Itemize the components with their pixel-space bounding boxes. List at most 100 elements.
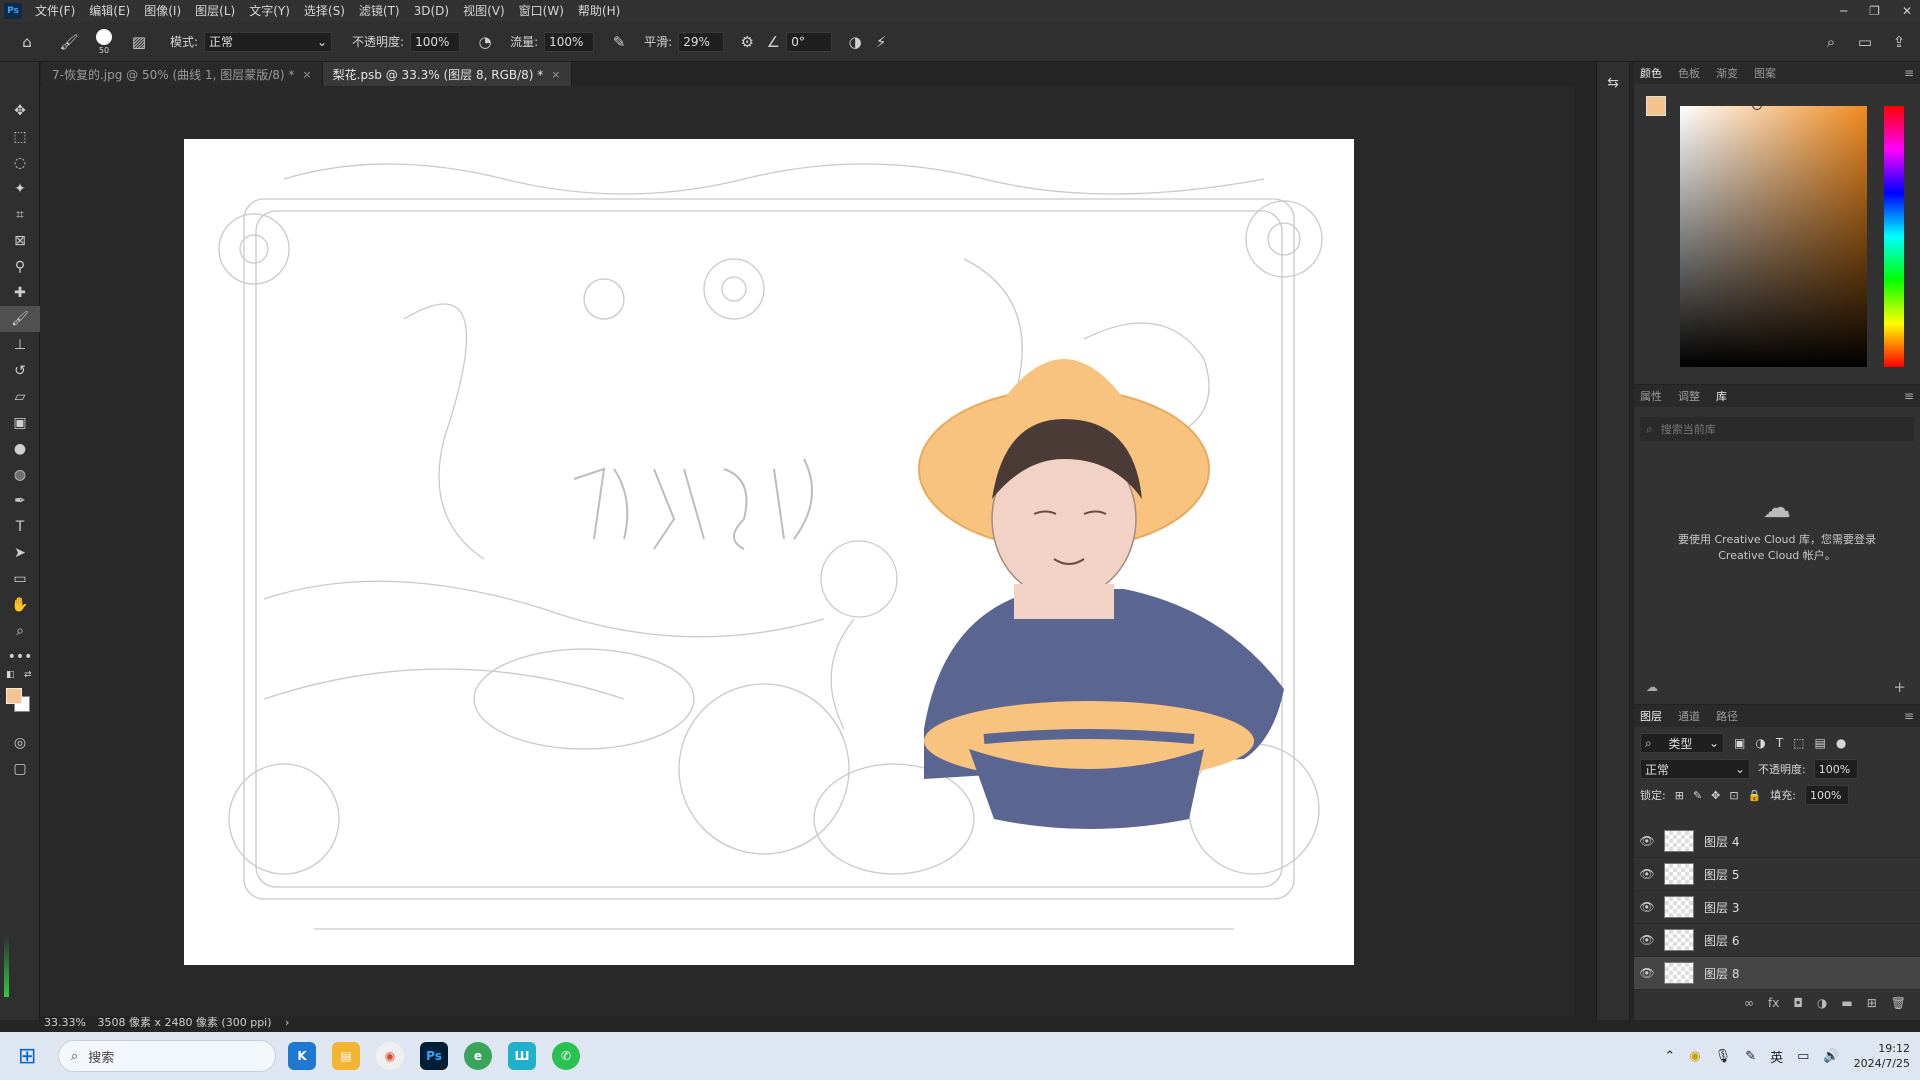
- path-selection-tool-icon[interactable]: ➤: [0, 540, 40, 566]
- lock-artboard-icon[interactable]: ⊡: [1729, 789, 1738, 802]
- layer-opacity-input[interactable]: 100%: [1813, 759, 1858, 779]
- hue-slider[interactable]: [1884, 106, 1904, 367]
- eye-icon[interactable]: 👁: [1634, 900, 1660, 914]
- stamp-tool-icon[interactable]: ⊥: [0, 332, 40, 358]
- menu-file[interactable]: 文件(F): [28, 0, 82, 22]
- library-search[interactable]: ⌕ 搜索当前库: [1640, 417, 1914, 441]
- volume-icon[interactable]: 🔊: [1823, 1049, 1839, 1064]
- fg-color-chip[interactable]: [1646, 96, 1666, 116]
- add-mask-icon[interactable]: ◘: [1793, 996, 1803, 1010]
- frame-tool-icon[interactable]: ⊠: [0, 228, 40, 254]
- history-brush-tool-icon[interactable]: ↺: [0, 358, 40, 384]
- filter-type-icon[interactable]: T: [1776, 736, 1783, 750]
- gear-icon[interactable]: ⚙: [734, 29, 760, 55]
- rectangle-tool-icon[interactable]: ▭: [0, 566, 40, 592]
- photoshop-taskbar-icon[interactable]: Ps: [420, 1042, 448, 1070]
- tab-properties[interactable]: 属性: [1640, 388, 1662, 404]
- pressure-opacity-icon[interactable]: ◔: [472, 29, 498, 55]
- lock-pixels-icon[interactable]: ✎: [1693, 789, 1702, 802]
- lasso-tool-icon[interactable]: ◌: [0, 150, 40, 176]
- status-chevron-icon[interactable]: ›: [285, 1016, 289, 1029]
- move-tool-icon[interactable]: ✥: [0, 98, 40, 124]
- brush-tool-preset-icon[interactable]: 🖌: [56, 29, 82, 55]
- wechat-icon[interactable]: ✆: [552, 1042, 580, 1070]
- workspace-icon[interactable]: ▭: [1852, 29, 1878, 55]
- eyedropper-tool-icon[interactable]: ⚲: [0, 254, 40, 280]
- layer-row[interactable]: 👁 图层 5: [1634, 858, 1920, 891]
- tab-gradients[interactable]: 渐变: [1716, 65, 1738, 81]
- network-icon[interactable]: ▭: [1797, 1049, 1809, 1064]
- eye-icon[interactable]: 👁: [1634, 834, 1660, 848]
- symmetry-icon[interactable]: ⚡: [868, 29, 894, 55]
- layer-row[interactable]: 👁 图层 3: [1634, 891, 1920, 924]
- menu-layer[interactable]: 图层(L): [188, 0, 242, 22]
- magic-wand-tool-icon[interactable]: ✦: [0, 176, 40, 202]
- tab-document-1[interactable]: 7-恢复的.jpg @ 50% (曲线 1, 图层蒙版/8) * ×: [42, 62, 323, 86]
- dodge-tool-icon[interactable]: ◍: [0, 462, 40, 488]
- smoothing-input[interactable]: 29%: [678, 31, 725, 52]
- new-group-icon[interactable]: ▬: [1841, 996, 1852, 1010]
- pressure-size-icon[interactable]: ◑: [842, 29, 868, 55]
- lock-position-icon[interactable]: ✥: [1711, 789, 1720, 802]
- pen-tool-icon[interactable]: ✒: [0, 488, 40, 514]
- add-icon[interactable]: +: [1893, 678, 1906, 696]
- tab-channels[interactable]: 通道: [1678, 708, 1700, 724]
- tab-patterns[interactable]: 图案: [1754, 65, 1776, 81]
- close-icon[interactable]: ×: [551, 68, 560, 81]
- close-icon[interactable]: ✕: [1902, 4, 1912, 18]
- tab-color[interactable]: 颜色: [1640, 65, 1662, 81]
- new-layer-icon[interactable]: ⊞: [1867, 996, 1877, 1010]
- restore-icon[interactable]: ❐: [1869, 4, 1880, 18]
- flow-input[interactable]: 100%: [544, 31, 595, 52]
- tab-adjustments[interactable]: 调整: [1678, 388, 1700, 404]
- zoom-tool-icon[interactable]: ⌕: [0, 618, 40, 644]
- pen-icon[interactable]: ✎: [1745, 1049, 1756, 1064]
- lock-transparency-icon[interactable]: ⊞: [1675, 789, 1684, 802]
- eye-icon[interactable]: 👁: [1634, 867, 1660, 881]
- menu-filter[interactable]: 滤镜(T): [352, 0, 407, 22]
- screen-mode-icon[interactable]: ▢: [0, 756, 40, 782]
- document-canvas[interactable]: [184, 139, 1354, 965]
- menu-3d[interactable]: 3D(D): [407, 0, 456, 22]
- menu-edit[interactable]: 编辑(E): [82, 0, 137, 22]
- history-panel-icon[interactable]: ⇆: [1597, 70, 1629, 96]
- menu-view[interactable]: 视图(V): [456, 0, 512, 22]
- airbrush-icon[interactable]: ✎: [606, 29, 632, 55]
- adjustment-layer-icon[interactable]: ◑: [1817, 996, 1827, 1010]
- hand-tool-icon[interactable]: ✋: [0, 592, 40, 618]
- tab-swatches[interactable]: 色板: [1678, 65, 1700, 81]
- blend-mode-select[interactable]: 正常 ⌄: [1640, 759, 1750, 779]
- type-tool-icon[interactable]: T: [0, 514, 40, 540]
- layer-row[interactable]: 👁 图层 4: [1634, 825, 1920, 858]
- swap-colors-icon[interactable]: ⇄: [24, 670, 32, 680]
- home-icon[interactable]: ⌂: [14, 29, 40, 55]
- app-w-icon[interactable]: Ш: [508, 1042, 536, 1070]
- share-icon[interactable]: ⇪: [1886, 29, 1912, 55]
- layer-row[interactable]: 👁 图层 6: [1634, 924, 1920, 957]
- layer-row[interactable]: 👁 图层 8: [1634, 957, 1920, 990]
- trash-icon[interactable]: 🗑: [1891, 996, 1906, 1010]
- filter-shape-icon[interactable]: ⬚: [1793, 736, 1804, 750]
- gradient-tool-icon[interactable]: ▣: [0, 410, 40, 436]
- opacity-input[interactable]: 100%: [410, 31, 461, 52]
- tab-libraries[interactable]: 库: [1716, 388, 1727, 404]
- close-icon[interactable]: ×: [302, 68, 311, 81]
- brush-size-picker[interactable]: 50: [96, 28, 112, 55]
- menu-image[interactable]: 图像(I): [137, 0, 188, 22]
- brush-settings-icon[interactable]: ▨: [126, 29, 152, 55]
- mode-select[interactable]: 正常 ⌄: [204, 31, 333, 52]
- lock-all-icon[interactable]: 🔒: [1748, 789, 1762, 802]
- layer-filter-select[interactable]: ⌕ 类型 ⌄: [1640, 733, 1724, 753]
- blur-tool-icon[interactable]: ●: [0, 436, 40, 462]
- filter-adjustment-icon[interactable]: ◑: [1755, 736, 1765, 750]
- cloud-sync-icon[interactable]: ☁: [1646, 680, 1658, 694]
- filter-smart-object-icon[interactable]: ▤: [1815, 736, 1826, 750]
- eye-icon[interactable]: 👁: [1634, 933, 1660, 947]
- quick-mask-icon[interactable]: ◎: [0, 730, 40, 756]
- menu-type[interactable]: 文字(Y): [242, 0, 297, 22]
- taskbar-search[interactable]: ⌕ 搜索: [58, 1040, 276, 1072]
- browser-e-icon[interactable]: e: [464, 1042, 492, 1070]
- menu-window[interactable]: 窗口(W): [512, 0, 571, 22]
- filter-toggle-icon[interactable]: ●: [1836, 736, 1846, 750]
- panel-menu-icon[interactable]: ≡: [1904, 66, 1914, 80]
